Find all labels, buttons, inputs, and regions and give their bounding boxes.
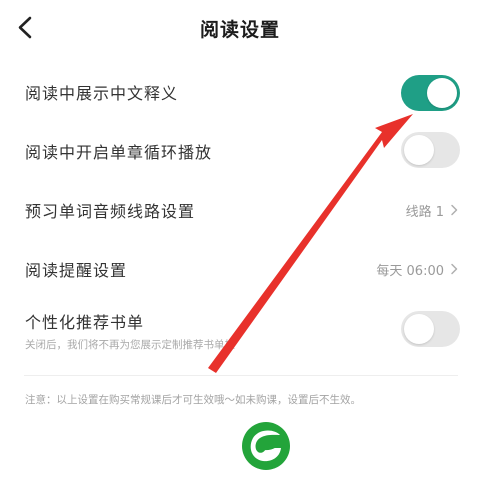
setting-row-personalized-booklist: 个性化推荐书单 关闭后，我们将不再为您展示定制推荐书单栏: [0, 305, 480, 357]
setting-label: 阅读提醒设置: [25, 261, 128, 280]
page-title: 阅读设置: [199, 19, 280, 41]
divider: [24, 375, 458, 376]
setting-label: 阅读中展示中文释义: [25, 84, 179, 103]
toggle-knob: [427, 78, 457, 108]
setting-description: 关闭后，我们将不再为您展示定制推荐书单栏: [25, 339, 235, 351]
note-text: 注意：以上设置在购买常规课后才可生效哦～如未购课，设置后不生效。: [25, 394, 361, 406]
setting-row-reading-reminder[interactable]: 阅读提醒设置 每天 06:00: [0, 249, 480, 289]
setting-label: 个性化推荐书单: [25, 313, 145, 332]
setting-value: 每天 06:00: [376, 263, 444, 279]
setting-row-show-chinese-meaning: 阅读中展示中文释义: [0, 72, 480, 112]
setting-value: 线路 1: [405, 204, 444, 220]
toggle-personalized-booklist[interactable]: [401, 311, 460, 347]
green-leaf-logo-icon: [242, 422, 290, 470]
setting-row-audio-route[interactable]: 预习单词音频线路设置 线路 1: [0, 190, 480, 230]
toggle-show-chinese-meaning[interactable]: [401, 75, 460, 111]
setting-label: 阅读中开启单章循环播放: [25, 143, 213, 162]
chevron-right-icon: [451, 263, 458, 275]
chevron-right-icon: [451, 204, 458, 216]
toggle-knob: [404, 135, 434, 165]
toggle-single-chapter-loop[interactable]: [401, 132, 460, 168]
toggle-knob: [404, 314, 434, 344]
audio-route-value[interactable]: 线路 1: [406, 200, 458, 220]
reading-reminder-value[interactable]: 每天 06:00: [376, 259, 458, 279]
header: 阅读设置: [0, 0, 480, 60]
setting-label: 预习单词音频线路设置: [25, 202, 196, 221]
setting-row-single-chapter-loop: 阅读中开启单章循环播放: [0, 131, 480, 171]
